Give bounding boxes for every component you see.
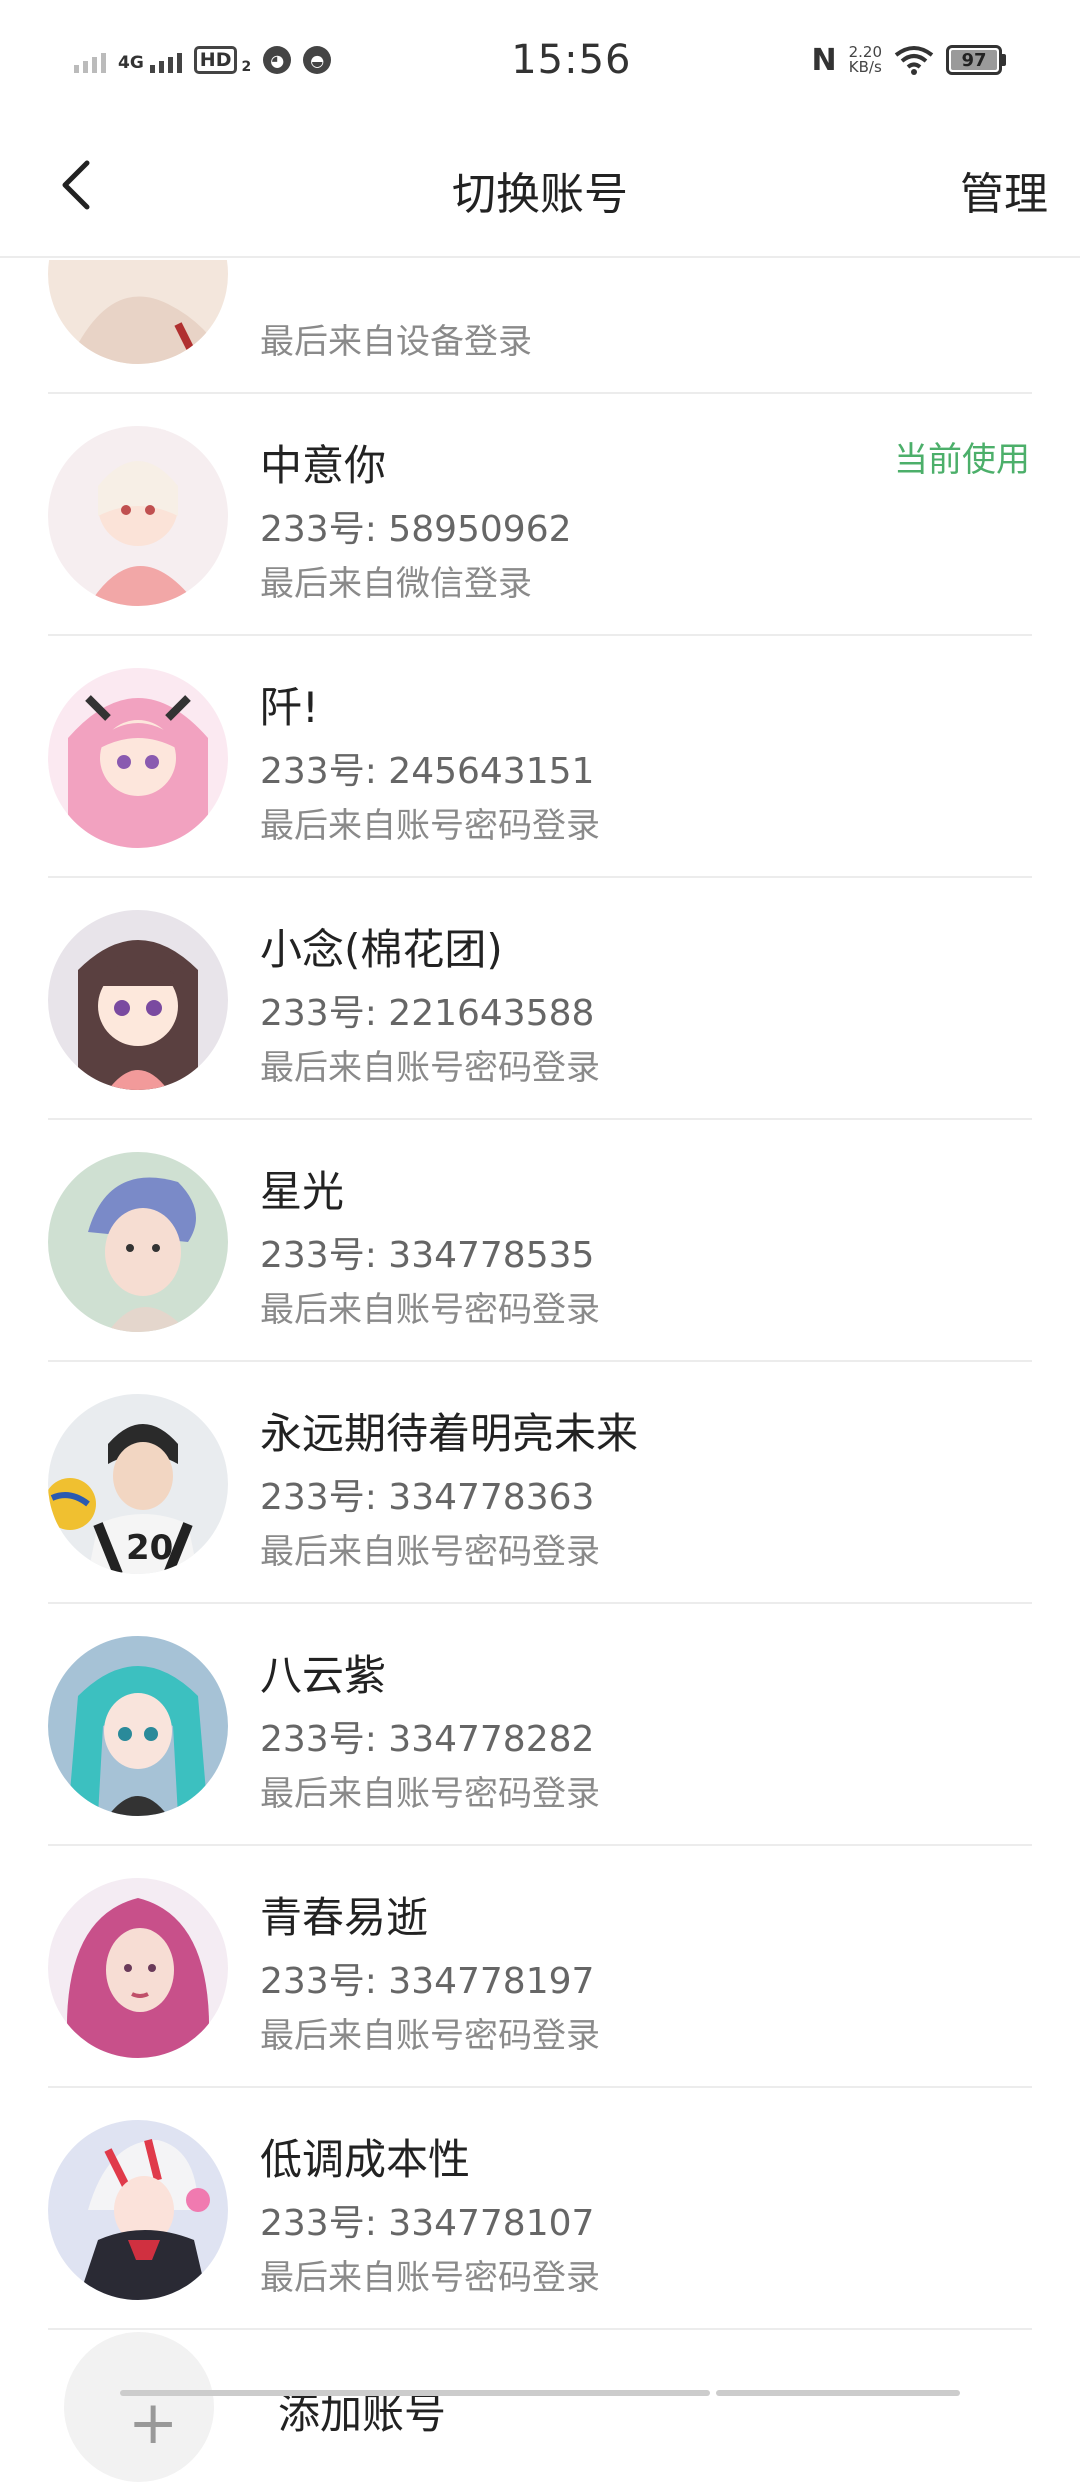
avatar	[48, 910, 228, 1090]
page-title: 切换账号	[452, 169, 628, 220]
login-method: 最后来自微信登录	[260, 564, 532, 604]
current-account-badge: 当前使用	[894, 440, 1030, 480]
account-id: 233号: 334778107	[260, 2203, 595, 2244]
account-id: 233号: 221643588	[260, 993, 595, 1034]
account-row[interactable]: 20 永远期待着明亮未来 233号: 334778363 最后来自账号密码登录	[48, 1362, 1032, 1604]
login-method: 最后来自账号密码登录	[260, 2258, 600, 2298]
account-list: 最后来自设备登录 中意你 233号: 58950962 最后来自微信登录 当前使…	[48, 260, 1032, 2330]
status-time: 15:56	[511, 37, 632, 83]
account-id: 233号: 334778535	[260, 1235, 595, 1276]
account-id: 233号: 245643151	[260, 751, 595, 792]
avatar	[48, 2120, 228, 2300]
account-row[interactable]: 八云紫 233号: 334778282 最后来自账号密码登录	[48, 1604, 1032, 1846]
nfc-icon: N	[811, 42, 837, 78]
account-row[interactable]: 小念(棉花团) 233号: 221643588 最后来自账号密码登录	[48, 878, 1032, 1120]
account-name: 低调成本性	[260, 2135, 471, 2184]
svg-text:20: 20	[126, 1528, 173, 1568]
login-method: 最后来自账号密码登录	[260, 1048, 600, 1088]
scroll-indicator-left	[120, 2390, 710, 2396]
account-list-viewport: 最后来自设备登录 中意你 233号: 58950962 最后来自微信登录 当前使…	[0, 260, 1080, 2400]
account-id: 233号: 334778197	[260, 1961, 595, 2002]
battery-level: 97	[951, 50, 997, 71]
app-notification-icon: ◓	[303, 46, 332, 74]
account-row[interactable]: 青春易逝 233号: 334778197 最后来自账号密码登录	[48, 1846, 1032, 2088]
account-row[interactable]: 低调成本性 233号: 334778107 最后来自账号密码登录	[48, 2088, 1032, 2330]
login-method: 最后来自账号密码登录	[260, 1774, 600, 1814]
speed-unit: KB/s	[848, 58, 882, 76]
account-name: 阡!	[260, 683, 319, 732]
network-speed: 2.20 KB/s	[849, 45, 882, 75]
avatar	[48, 426, 228, 606]
avatar	[48, 260, 228, 364]
wifi-icon	[894, 46, 934, 75]
login-method: 最后来自账号密码登录	[260, 806, 600, 846]
account-id: 233号: 334778282	[260, 1719, 595, 1760]
account-name: 青春易逝	[260, 1893, 429, 1942]
account-id: 233号: 334778363	[260, 1477, 595, 1518]
account-name: 永远期待着明亮未来	[260, 1409, 639, 1458]
account-name: 星光	[260, 1167, 345, 1216]
avatar	[48, 1636, 228, 1816]
network-type: 4G	[118, 53, 144, 73]
status-left: 4G HD 2 ◕ ◓	[74, 45, 332, 75]
login-method: 最后来自账号密码登录	[260, 2016, 600, 2056]
account-row[interactable]: 星光 233号: 334778535 最后来自账号密码登录	[48, 1120, 1032, 1362]
battery-icon: 97	[946, 45, 1006, 75]
scroll-indicator-right	[716, 2390, 960, 2396]
plus-icon: +	[128, 2388, 179, 2458]
account-name: 八云紫	[260, 1651, 387, 1700]
status-right: N 2.20 KB/s 97	[811, 43, 1006, 78]
signal-weak-icon	[74, 47, 106, 73]
account-row[interactable]: 阡! 233号: 245643151 最后来自账号密码登录	[48, 636, 1032, 878]
title-bar: 切换账号 管理	[0, 120, 1080, 258]
avatar	[48, 1878, 228, 2058]
account-row[interactable]: 最后来自设备登录	[48, 260, 1032, 394]
manage-button[interactable]: 管理	[960, 158, 1048, 222]
account-row[interactable]: 中意你 233号: 58950962 最后来自微信登录 当前使用	[48, 394, 1032, 636]
signal-icon	[149, 47, 182, 73]
hd-sub: 2	[241, 59, 252, 75]
status-bar: 4G HD 2 ◕ ◓ 15:56 N 2.20 KB/s 97	[0, 0, 1080, 120]
add-account-row[interactable]: + 添加账号	[48, 2328, 1032, 2482]
account-name: 中意你	[260, 441, 387, 490]
avatar	[48, 1152, 228, 1332]
login-method: 最后来自设备登录	[260, 322, 532, 362]
account-id: 233号: 58950962	[260, 509, 572, 550]
login-method: 最后来自账号密码登录	[260, 1290, 600, 1330]
login-method: 最后来自账号密码登录	[260, 1532, 600, 1572]
avatar	[48, 668, 228, 848]
hd-icon: HD	[193, 46, 238, 74]
avatar: 20	[48, 1394, 228, 1574]
wechat-icon: ◕	[263, 46, 292, 74]
account-name: 小念(棉花团)	[260, 925, 503, 974]
